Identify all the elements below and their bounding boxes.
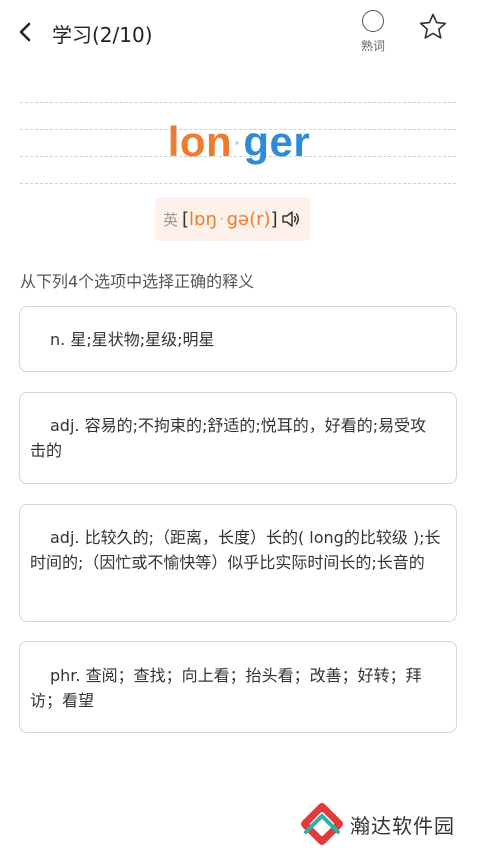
known-word-toggle[interactable]: 熟词 [356, 10, 390, 58]
option-text: n. 星;星状物;星级;明星 [50, 330, 215, 349]
watermark-text: 瀚达软件园 [350, 814, 455, 838]
phonetic-close-bracket: ] [270, 208, 278, 230]
circle-icon [362, 10, 384, 32]
answer-option-1[interactable]: n. 星;星状物;星级;明星 [19, 306, 457, 372]
page-title: 学习(2/10) [52, 23, 153, 47]
answer-option-3[interactable]: adj. 比较久的;（距离，长度）长的( long的比较级 );长时间的;（因忙… [19, 504, 457, 622]
back-button[interactable] [14, 18, 40, 46]
guide-line [20, 102, 456, 103]
watermark: 瀚达软件园 [300, 800, 470, 846]
header-bar: 学习(2/10) 熟词 [0, 0, 478, 66]
watermark-logo-icon [301, 803, 343, 845]
favorite-button[interactable] [418, 12, 448, 42]
option-text: phr. 查阅；查找；向上看；抬头看；改善；好转；拜访；看望 [30, 666, 422, 710]
speaker-icon [281, 211, 299, 227]
chevron-left-icon [19, 22, 31, 42]
phonetic-part-2: gə(r) [226, 208, 271, 230]
phonetic-open-bracket: [ [182, 208, 190, 230]
option-text: adj. 容易的;不拘束的;舒适的;悦耳的，好看的;易受攻击的 [30, 416, 427, 460]
study-word: lon ·ger [0, 118, 478, 166]
word-syllable-1: lon [167, 118, 233, 165]
syllable-separator: · [234, 133, 242, 156]
answer-option-4[interactable]: phr. 查阅；查找；向上看；抬头看；改善；好转；拜访；看望 [19, 641, 457, 733]
phonetic-box[interactable]: 英 [ lɒŋ · gə(r) ] [155, 197, 310, 241]
star-icon [419, 13, 447, 39]
answer-option-2[interactable]: adj. 容易的;不拘束的;舒适的;悦耳的，好看的;易受攻击的 [19, 392, 457, 484]
known-word-label: 熟词 [360, 39, 385, 53]
option-text: adj. 比较久的;（距离，长度）长的( long的比较级 );长时间的;（因忙… [30, 528, 441, 572]
phonetic-lang-label: 英 [163, 210, 179, 229]
phonetic-separator: · [218, 208, 225, 230]
pronounce-button[interactable] [280, 208, 302, 230]
question-prompt: 从下列4个选项中选择正确的释义 [20, 272, 255, 291]
word-syllable-2: ger [243, 118, 311, 165]
guide-line [20, 183, 456, 184]
phonetic-part-1: lɒŋ [189, 208, 217, 230]
